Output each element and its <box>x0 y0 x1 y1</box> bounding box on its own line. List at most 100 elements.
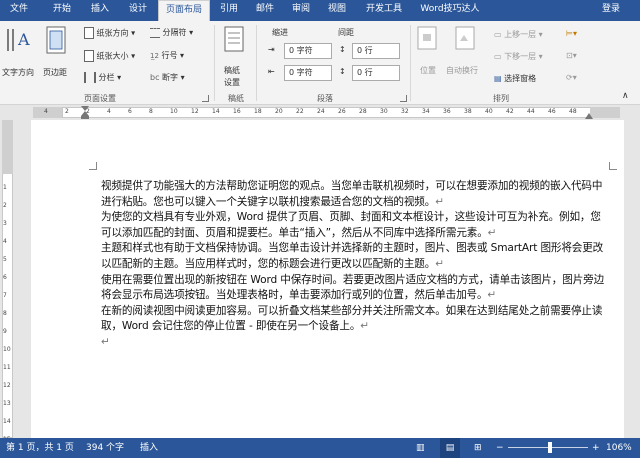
web-layout-icon[interactable]: ⊞ <box>474 438 482 458</box>
columns-button[interactable]: 分栏 ▾ <box>84 72 121 83</box>
tab-design[interactable]: 设计 <box>120 0 156 21</box>
margins-button[interactable]: 页边距 <box>43 25 74 81</box>
tab-view[interactable]: 视图 <box>320 0 354 21</box>
paragraph-mark-icon: ↵ <box>101 335 110 348</box>
align-icon[interactable]: ⊨▾ <box>566 29 577 38</box>
document-page[interactable]: 视频提供了功能强大的方法帮助您证明您的观点。当您单击联机视频时，可以在想要添加的… <box>31 120 624 438</box>
ribbon-tab-bar: 文件 开始 插入 设计 页面布局 引用 邮件 审阅 视图 开发工具 Word技巧… <box>0 0 640 21</box>
ruler-margin-right <box>590 107 620 118</box>
draft-paper-settings-button[interactable]: 稿纸 设置 <box>222 25 250 89</box>
group-objects-icon[interactable]: ⊡▾ <box>566 51 577 60</box>
ruler-tick-label: 20 <box>275 108 283 115</box>
draft-paper-icon <box>224 26 244 52</box>
tab-insert[interactable]: 插入 <box>82 0 118 21</box>
orientation-icon <box>84 27 94 39</box>
chevron-down-icon: ▾ <box>180 51 185 60</box>
indent-marker-icon[interactable] <box>81 106 89 119</box>
rotate-icon[interactable]: ⟳▾ <box>566 73 577 82</box>
zoom-slider[interactable] <box>508 442 588 453</box>
paragraph-launcher-icon[interactable] <box>400 95 407 102</box>
ruler-tick-label: 1 <box>3 184 7 191</box>
paragraph-2[interactable]: 为使您的文档具有专业外观，Word 提供了页眉、页脚、封面和文本框设计，这些设计… <box>101 210 609 241</box>
spacing-after-input[interactable]: 0 行 <box>352 65 400 81</box>
zoom-out-icon[interactable]: − <box>496 438 504 458</box>
tab-file[interactable]: 文件 <box>0 0 38 21</box>
arrange-group-label: 排列 <box>493 94 509 103</box>
text-direction-icon: A <box>7 29 30 51</box>
vruler-margin-top <box>2 120 13 174</box>
send-backward-button[interactable]: ▭ 下移一层 ▾ <box>494 51 543 62</box>
group-divider <box>214 25 215 101</box>
size-label: 纸张大小 <box>96 51 129 61</box>
status-bar: 第 1 页，共 1 页 394 个字 插入 ▥ ▤ ⊞ − + 106% <box>0 438 640 458</box>
line-numbers-button[interactable]: 1̲2 行号 ▾ <box>150 50 184 61</box>
bring-forward-button[interactable]: ▭ 上移一层 ▾ <box>494 29 543 40</box>
spacing-before-icon: ↕ <box>339 45 346 54</box>
paragraph-4[interactable]: 使用在需要位置出现的新按钮在 Word 中保存时间。若要更改图片适应文档的方式，… <box>101 273 609 304</box>
ruler-tick-label: 8 <box>3 310 7 317</box>
size-button[interactable]: 纸张大小 ▾ <box>84 50 135 62</box>
paragraph-mark-icon: ↵ <box>360 320 370 333</box>
indent-right-input[interactable]: 0 字符 <box>284 65 332 81</box>
page-count[interactable]: 第 1 页，共 1 页 <box>6 438 74 458</box>
tab-mailings[interactable]: 邮件 <box>248 0 282 21</box>
zoom-in-icon[interactable]: + <box>592 438 600 458</box>
draft-paper-label: 稿纸 <box>224 66 240 75</box>
print-layout-icon[interactable]: ▤ <box>440 438 460 458</box>
selection-pane-button[interactable]: ▤ 选择窗格 <box>494 73 536 84</box>
tab-review[interactable]: 审阅 <box>284 0 318 21</box>
text-direction-button[interactable]: A 文字方向 <box>2 25 36 81</box>
hyphenation-button[interactable]: bc 断字 ▾ <box>150 72 185 83</box>
ruler-tick-label: 24 <box>317 108 325 115</box>
page-setup-launcher-icon[interactable] <box>202 95 209 102</box>
insert-mode[interactable]: 插入 <box>140 438 158 458</box>
paragraph-3[interactable]: 主题和样式也有助于文档保持协调。当您单击设计并选择新的主题时，图片、图表或 Sm… <box>101 241 609 272</box>
ruler-tick-label: 7 <box>3 292 7 299</box>
ruler-tick-label: 6 <box>3 274 7 281</box>
word-count[interactable]: 394 个字 <box>86 438 124 458</box>
position-button[interactable]: 位置 <box>416 25 442 89</box>
tab-word-tips[interactable]: Word技巧达人 <box>414 0 486 21</box>
position-label: 位置 <box>420 66 436 75</box>
read-mode-icon[interactable]: ▥ <box>416 438 425 458</box>
paragraph-6[interactable]: ↵ <box>101 335 609 351</box>
paragraph-5[interactable]: 在新的阅读视图中阅读更加容易。可以折叠文档某些部分并关注所需文本。如果在达到结尾… <box>101 304 609 335</box>
ribbon: A 文字方向 页边距 纸张方向 ▾ 纸张大小 ▾ 分栏 ▾ 分隔符 ▾ 1̲2 … <box>0 21 640 105</box>
ruler-tick-label: 40 <box>485 108 493 115</box>
paragraph-1[interactable]: 视频提供了功能强大的方法帮助您证明您的观点。当您单击联机视频时，可以在想要添加的… <box>101 179 609 210</box>
spacing-before-input[interactable]: 0 行 <box>352 43 400 59</box>
bring-forward-label: 上移一层 <box>504 30 537 39</box>
ruler-tick-label: 4 <box>3 238 7 245</box>
orientation-button[interactable]: 纸张方向 ▾ <box>84 27 135 39</box>
draft-group-label: 稿纸 <box>228 94 244 103</box>
tab-references[interactable]: 引用 <box>212 0 246 21</box>
tab-home[interactable]: 开始 <box>44 0 80 21</box>
document-canvas[interactable]: 视频提供了功能强大的方法帮助您证明您的观点。当您单击联机视频时，可以在想要添加的… <box>15 120 640 438</box>
horizontal-ruler[interactable]: 4 2 2 4 6 8 10 12 14 16 18 20 22 24 26 28 30 32 34 36 38 40 42… <box>0 105 640 120</box>
margins-label: 页边距 <box>43 68 67 77</box>
columns-label: 分栏 <box>98 73 115 82</box>
margins-icon <box>46 26 66 54</box>
ruler-tick-label: 10 <box>170 108 178 115</box>
indent-left-input[interactable]: 0 字符 <box>284 43 332 59</box>
tab-developer[interactable]: 开发工具 <box>358 0 410 21</box>
ruler-tick-label: 30 <box>380 108 388 115</box>
sign-in-link[interactable]: 登录 <box>602 0 620 19</box>
zoom-slider-thumb[interactable] <box>548 442 553 453</box>
zoom-level[interactable]: 106% <box>606 438 632 458</box>
ruler-tick-label: 6 <box>128 108 132 115</box>
vertical-ruler[interactable]: 123456789101112131415 <box>0 120 15 443</box>
chevron-down-icon: ▾ <box>189 28 194 37</box>
wrap-text-label: 自动换行 <box>446 66 478 75</box>
collapse-ribbon-icon[interactable]: ∧ <box>622 91 629 101</box>
document-body[interactable]: 视频提供了功能强大的方法帮助您证明您的观点。当您单击联机视频时，可以在想要添加的… <box>101 179 609 351</box>
indent-label: 缩进 <box>272 28 288 37</box>
paragraph-mark-icon: ↵ <box>487 289 497 302</box>
ruler-tick-label: 2 <box>65 108 69 115</box>
wrap-text-button[interactable]: 自动换行 <box>446 25 486 89</box>
tab-page-layout[interactable]: 页面布局 <box>158 0 210 21</box>
ruler-tick-label: 5 <box>3 256 7 263</box>
breaks-icon <box>150 27 160 38</box>
indent-right-icon: ⇤ <box>268 67 275 76</box>
breaks-button[interactable]: 分隔符 ▾ <box>150 27 193 38</box>
